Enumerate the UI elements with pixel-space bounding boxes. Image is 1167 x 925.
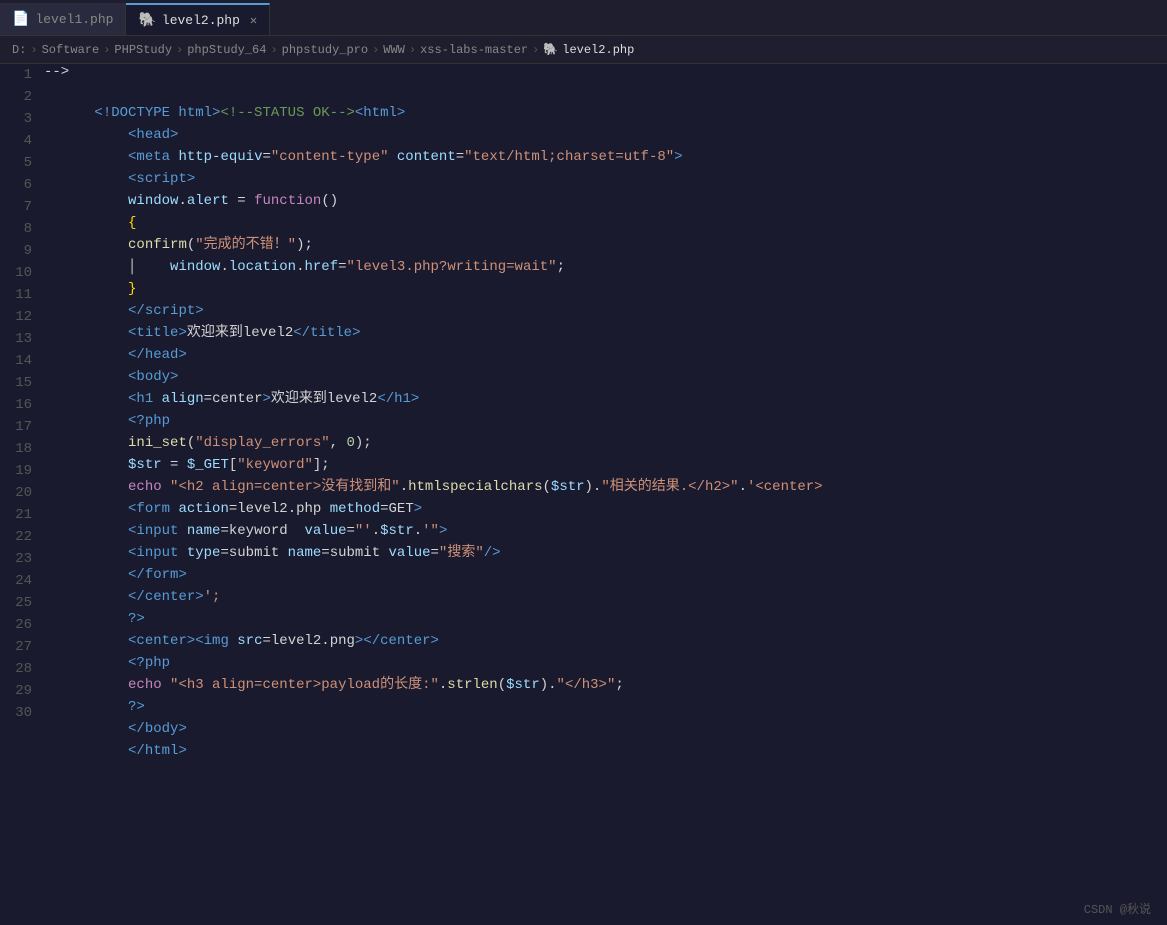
sep5: › [372,43,379,57]
ln-27: 27 [8,636,32,658]
ln-29: 29 [8,680,32,702]
code-line-13: <body> [44,344,1147,366]
code-line-3: <meta http-equiv="content-type" content=… [44,124,1147,146]
ln-18: 18 [8,438,32,460]
ln-8: 8 [8,218,32,240]
ln-23: 23 [8,548,32,570]
breadcrumb-phpstudy: PHPStudy [114,43,172,57]
ln-25: 25 [8,592,32,614]
ln-16: 16 [8,394,32,416]
breadcrumb-filename: level2.php [562,43,634,57]
code-line-25: <center><img src=level2.png></center> [44,608,1147,630]
breadcrumb-d: D: [12,43,26,57]
ln-1: 1 [8,64,32,86]
line-numbers: 1 2 3 4 5 6 7 8 9 10 11 12 13 14 15 16 1… [0,64,44,909]
ln-9: 9 [8,240,32,262]
tab-level2[interactable]: 🐘 level2.php ✕ [126,3,270,35]
ln-6: 6 [8,174,32,196]
tab-level1-icon: 📄 [12,11,29,28]
sep2: › [103,43,110,57]
ln-14: 14 [8,350,32,372]
code-line-11: <title>欢迎来到level2</title> [44,300,1147,322]
ln-20: 20 [8,482,32,504]
ln-28: 28 [8,658,32,680]
code-container: 1 2 3 4 5 6 7 8 9 10 11 12 13 14 15 16 1… [0,64,1167,909]
breadcrumb-software: Software [42,43,100,57]
ln-13: 13 [8,328,32,350]
code-line-10: </script> [44,278,1147,300]
tab-bar: 📄 level1.php 🐘 level2.php ✕ [0,0,1167,36]
ln-15: 15 [8,372,32,394]
breadcrumb-phpstudy64: phpStudy_64 [187,43,266,57]
ln-2: 2 [8,86,32,108]
breadcrumb-phpstudy-pro: phpstudy_pro [282,43,368,57]
code-line-27: echo "<h3 align=center>payload的长度:".strl… [44,652,1147,674]
code-line-5: window.alert = function() [44,168,1147,190]
code-lines: --> <!DOCTYPE html><!--STATUS OK--><html… [44,64,1167,909]
tab-level2-close[interactable]: ✕ [250,13,257,28]
ln-24: 24 [8,570,32,592]
ln-5: 5 [8,152,32,174]
breadcrumb-icon: 🐘 [543,42,558,57]
tab-level2-label: level2.php [162,13,240,28]
watermark: CSDN @秋说 [1084,900,1151,917]
breadcrumb-xss: xss-labs-master [420,43,528,57]
ln-19: 19 [8,460,32,482]
sep7: › [532,43,539,57]
sep3: › [176,43,183,57]
tab-level2-icon: 🐘 [138,12,155,29]
ln-12: 12 [8,306,32,328]
code-line-1: <!DOCTYPE html><!--STATUS OK--><html> [44,80,1147,102]
ln-4: 4 [8,130,32,152]
tab-level1[interactable]: 📄 level1.php [0,3,126,35]
sep1: › [30,43,37,57]
ln-22: 22 [8,526,32,548]
ln-7: 7 [8,196,32,218]
breadcrumb-www: WWW [383,43,405,57]
code-line-29: </body> [44,696,1147,718]
ln-11: 11 [8,284,32,306]
tab-level1-label: level1.php [35,12,113,27]
code-line-23: </center>'; [44,564,1147,586]
code-line-7: confirm("完成的不错！"); [44,212,1147,234]
ln-3: 3 [8,108,32,130]
code-line-16: ini_set("display_errors", 0); [44,410,1147,432]
ln-10: 10 [8,262,32,284]
code-line-14: <h1 align=center>欢迎来到level2</h1> [44,366,1147,388]
code-line-30: </html> [44,718,1147,740]
ln-21: 21 [8,504,32,526]
sep6: › [409,43,416,57]
ln-30: 30 [8,702,32,724]
breadcrumb: D: › Software › PHPStudy › phpStudy_64 ›… [0,36,1167,64]
ln-17: 17 [8,416,32,438]
ln-26: 26 [8,614,32,636]
sep4: › [270,43,277,57]
